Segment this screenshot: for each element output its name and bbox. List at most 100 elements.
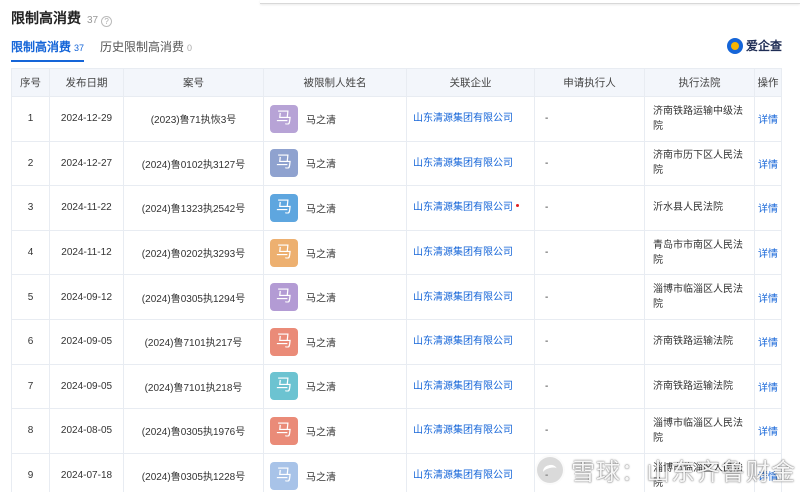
help-icon[interactable]: ? — [101, 16, 113, 27]
brand-name: 爱企查 — [745, 39, 782, 53]
cell-index: 1 — [11, 96, 50, 142]
tab-label: 限制高消费 — [11, 40, 72, 54]
cell-index: 4 — [11, 229, 50, 276]
person-name: 马之清 — [306, 204, 336, 216]
avatar: 马 — [270, 416, 298, 445]
cell-action: 详情 — [754, 229, 782, 276]
cell-case-number: (2023)鲁71执恢3号 — [123, 96, 264, 142]
cell-enterprise: 山东清源集团有限公司 — [406, 229, 535, 276]
enterprise-link[interactable]: 山东清源集团有限公司 — [413, 425, 513, 436]
cell-case-number: (2024)鲁7101执218号 — [123, 363, 264, 410]
cell-index: 8 — [11, 408, 50, 454]
cell-case-number: (2024)鲁0305执1294号 — [123, 274, 264, 320]
cell-index: 9 — [11, 452, 50, 492]
avatar: 马 — [270, 283, 298, 312]
tab-bar: 限制高消费 37 历史限制高消费 0 — [11, 38, 192, 62]
tab-history-restriction[interactable]: 历史限制高消费 0 — [100, 38, 192, 60]
enterprise-link[interactable]: 山东清源集团有限公司 — [413, 292, 513, 303]
cell-case-number: (2024)鲁0305执1228号 — [123, 452, 264, 492]
cell-person: 马马之清 — [263, 185, 407, 231]
detail-link[interactable]: 详情 — [758, 294, 778, 305]
section-title: 限制高消费 — [11, 10, 81, 26]
cell-date: 2024-12-27 — [49, 140, 124, 187]
detail-link[interactable]: 详情 — [758, 383, 778, 394]
avatar: 马 — [270, 149, 298, 178]
section-header: 限制高消费 37 ? — [11, 8, 113, 28]
cell-action: 详情 — [754, 140, 782, 187]
cell-case-number: (2024)鲁1323执2542号 — [123, 185, 264, 231]
enterprise-link[interactable]: 山东清源集团有限公司 — [413, 336, 513, 347]
cell-enterprise: 山东清源集团有限公司 — [406, 96, 535, 142]
cell-enterprise: 山东清源集团有限公司 — [406, 452, 535, 492]
table-row: 2 2024-12-27 (2024)鲁0102执3127号马马之清 山东清源集团有限… — [11, 140, 782, 187]
detail-link[interactable]: 详情 — [758, 427, 778, 438]
cell-enterprise: 山东清源集团有限公司 — [406, 185, 535, 231]
detail-link[interactable]: 详情 — [758, 160, 778, 171]
cell-action: 详情 — [754, 185, 782, 231]
cell-court: 济南市历下区人民法院 — [644, 140, 755, 187]
cell-court: 淄博市临淄区人民法院 — [644, 408, 755, 454]
cell-date: 2024-08-05 — [49, 408, 124, 454]
cell-date: 2024-11-22 — [49, 185, 124, 231]
detail-link[interactable]: 详情 — [758, 204, 778, 215]
person-name: 马之清 — [306, 472, 336, 484]
avatar: 马 — [270, 104, 298, 133]
cell-court: 淄博市临淄区人民法院 — [644, 274, 755, 320]
detail-link[interactable]: 详情 — [758, 338, 778, 349]
cell-index: 7 — [11, 363, 50, 410]
enterprise-link[interactable]: 山东清源集团有限公司 — [413, 158, 513, 169]
person-name: 马之清 — [306, 427, 336, 439]
cell-applicant: - — [534, 363, 645, 410]
table-row: 8 2024-08-05 (2024)鲁0305执1976号马马之清 山东清源集团有限… — [11, 408, 782, 454]
table-row: 5 2024-09-12 (2024)鲁0305执1294号马马之清 山东清源集团有限… — [11, 274, 782, 320]
cell-person: 马马之清 — [263, 452, 407, 492]
cell-person: 马马之清 — [263, 408, 407, 454]
person-name: 马之清 — [306, 159, 336, 171]
col-header-court: 执行法院 — [644, 68, 755, 97]
snowball-icon — [535, 454, 565, 485]
cell-case-number: (2024)鲁7101执217号 — [123, 318, 264, 365]
cell-person: 马马之清 — [263, 318, 407, 365]
cell-date: 2024-12-29 — [49, 96, 124, 142]
tab-current-restriction[interactable]: 限制高消费 37 — [11, 38, 85, 62]
enterprise-link[interactable]: 山东清源集团有限公司 — [413, 113, 513, 124]
person-name: 马之清 — [306, 338, 336, 350]
person-name: 马之清 — [306, 249, 336, 261]
detail-link[interactable]: 详情 — [758, 249, 778, 260]
cell-applicant: - — [534, 274, 645, 320]
cell-applicant: - — [534, 96, 645, 142]
cell-action: 详情 — [754, 408, 782, 454]
cell-court: 青岛市市南区人民法院 — [644, 229, 755, 276]
table-row: 1 2024-12-29 (2023)鲁71执恢3号马马之清 山东清源集团有限公司 - 济… — [11, 96, 782, 142]
red-dot — [516, 204, 519, 207]
cell-applicant: - — [534, 185, 645, 231]
enterprise-link[interactable]: 山东清源集团有限公司 — [413, 470, 513, 481]
cell-court: 济南铁路运输中级法院 — [644, 96, 755, 142]
cell-index: 2 — [11, 140, 50, 187]
cell-court: 济南铁路运输法院 — [644, 318, 755, 365]
enterprise-link[interactable]: 山东清源集团有限公司 — [413, 247, 513, 258]
person-name: 马之清 — [306, 115, 336, 127]
section-count: 37 — [87, 15, 99, 26]
cell-enterprise: 山东清源集团有限公司 — [406, 408, 535, 454]
table-row: 7 2024-09-05 (2024)鲁7101执218号马马之清 山东清源集团有限公… — [11, 363, 782, 410]
avatar: 马 — [270, 193, 298, 222]
cell-person: 马马之清 — [263, 363, 407, 410]
cell-date: 2024-11-12 — [49, 229, 124, 276]
cell-date: 2024-07-18 — [49, 452, 124, 492]
table-row: 4 2024-11-12 (2024)鲁0202执3293号马马之清 山东清源集团有限… — [11, 229, 782, 276]
col-header-applicant: 申请执行人 — [534, 68, 645, 97]
tab-count: 37 — [74, 43, 85, 53]
cell-date: 2024-09-05 — [49, 318, 124, 365]
person-name: 马之清 — [306, 382, 336, 394]
cell-enterprise: 山东清源集团有限公司 — [406, 318, 535, 365]
table-row: 3 2024-11-22 (2024)鲁1323执2542号马马之清 山东清源集团有限… — [11, 185, 782, 231]
cell-applicant: - — [534, 318, 645, 365]
enterprise-link[interactable]: 山东清源集团有限公司 — [413, 202, 513, 213]
cell-case-number: (2024)鲁0202执3293号 — [123, 229, 264, 276]
detail-link[interactable]: 详情 — [758, 115, 778, 126]
restriction-table-wrap: 序号 发布日期 案号 被限制人姓名 关联企业 申请执行人 执行法院 操作 1 20… — [11, 68, 782, 492]
brand-logo: 爱企查 — [726, 37, 782, 54]
enterprise-link[interactable]: 山东清源集团有限公司 — [413, 381, 513, 392]
cell-person: 马马之清 — [263, 274, 407, 320]
